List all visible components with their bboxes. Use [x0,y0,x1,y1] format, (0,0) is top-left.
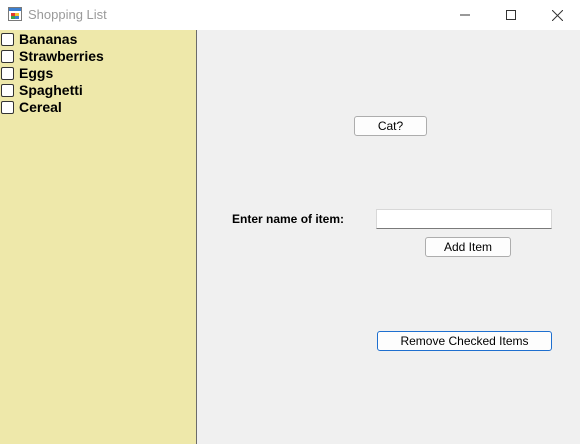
item-label: Spaghetti [19,82,83,98]
remove-checked-items-button[interactable]: Remove Checked Items [377,331,552,351]
item-checkbox[interactable] [1,67,14,80]
item-checkbox[interactable] [1,50,14,63]
minimize-button[interactable] [442,0,488,30]
cat-button[interactable]: Cat? [354,116,427,136]
list-item[interactable]: Cereal [0,99,62,116]
list-item[interactable]: Eggs [0,65,53,82]
minimize-icon [460,10,470,20]
title-bar[interactable]: Shopping List [0,0,580,30]
list-item[interactable]: Strawberries [0,48,104,65]
shopping-list-window: Shopping List Bananas Strawberries Eggs … [0,0,580,444]
item-checkbox[interactable] [1,84,14,97]
close-button[interactable] [534,0,580,30]
item-name-input[interactable] [376,209,552,229]
form-icon [8,7,22,21]
add-item-button[interactable]: Add Item [425,237,511,257]
list-item[interactable]: Spaghetti [0,82,83,99]
item-checkbox[interactable] [1,33,14,46]
shopping-checklist: Bananas Strawberries Eggs Spaghetti Cere… [0,30,197,444]
item-label: Eggs [19,65,54,81]
item-name-label: Enter name of item: [232,212,345,226]
maximize-icon [506,10,516,20]
item-label: Cereal [19,99,62,115]
item-checkbox[interactable] [1,101,14,114]
item-label: Strawberries [19,48,104,64]
window-title: Shopping List [28,7,107,22]
maximize-button[interactable] [488,0,534,30]
close-icon [551,9,563,21]
item-label: Bananas [19,31,78,47]
list-item[interactable]: Bananas [0,31,77,48]
